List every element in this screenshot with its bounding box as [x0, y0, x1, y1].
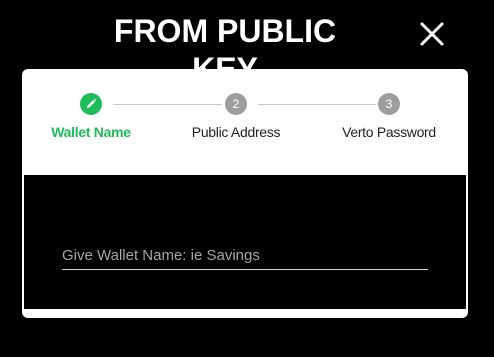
stepper: Wallet Name 2 Public Address 3 Verto Pas… [22, 69, 468, 175]
step-wallet-name[interactable]: Wallet Name [50, 93, 132, 140]
step-number-badge: 2 [225, 93, 247, 115]
step-label: Public Address [191, 124, 281, 140]
step-public-address[interactable]: 2 Public Address [190, 93, 282, 140]
wizard-card: Wallet Name 2 Public Address 3 Verto Pas… [22, 69, 468, 318]
step-number-badge: 3 [378, 93, 400, 115]
step-circle-active [80, 93, 102, 115]
wallet-name-input[interactable] [62, 242, 428, 270]
step-content-panel [24, 175, 466, 309]
step-verto-password[interactable]: 3 Verto Password [340, 93, 438, 140]
close-button[interactable] [416, 18, 448, 50]
step-label: Verto Password [342, 124, 436, 140]
close-icon[interactable] [416, 18, 448, 50]
step-label: Wallet Name [51, 124, 131, 140]
dialog-title: FROM PUBLIC KEY [113, 13, 337, 87]
pencil-icon [87, 98, 97, 108]
